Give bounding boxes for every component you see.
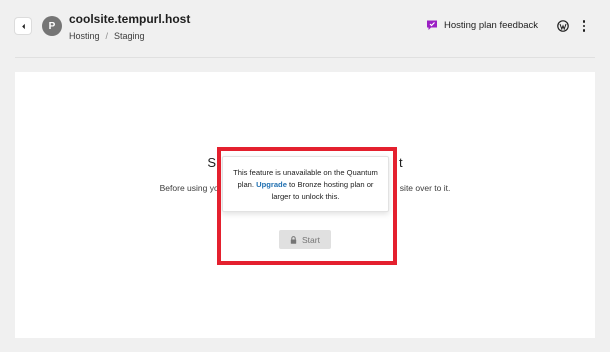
breadcrumb-separator: /	[105, 31, 109, 41]
site-avatar: P	[42, 16, 62, 36]
header-divider	[15, 57, 595, 58]
upgrade-link[interactable]: Upgrade	[256, 180, 287, 189]
more-options-icon[interactable]	[580, 18, 588, 34]
header: P coolsite.tempurl.host Hosting / Stagin…	[0, 0, 610, 56]
site-title: coolsite.tempurl.host	[69, 12, 191, 26]
breadcrumb-staging: Staging	[114, 31, 145, 41]
hosting-plan-feedback-button[interactable]: Hosting plan feedback	[426, 19, 538, 31]
lock-icon	[290, 235, 297, 244]
chevron-left-icon	[21, 23, 25, 29]
breadcrumb-hosting[interactable]: Hosting	[69, 31, 100, 41]
feedback-icon	[427, 20, 437, 30]
back-button[interactable]	[15, 18, 31, 34]
breadcrumb: Hosting / Staging	[69, 31, 145, 41]
wordpress-icon[interactable]	[557, 20, 569, 32]
upgrade-tooltip: This feature is unavailable on the Quant…	[222, 156, 389, 212]
start-button[interactable]: Start	[279, 230, 331, 249]
feedback-label: Hosting plan feedback	[444, 19, 539, 31]
